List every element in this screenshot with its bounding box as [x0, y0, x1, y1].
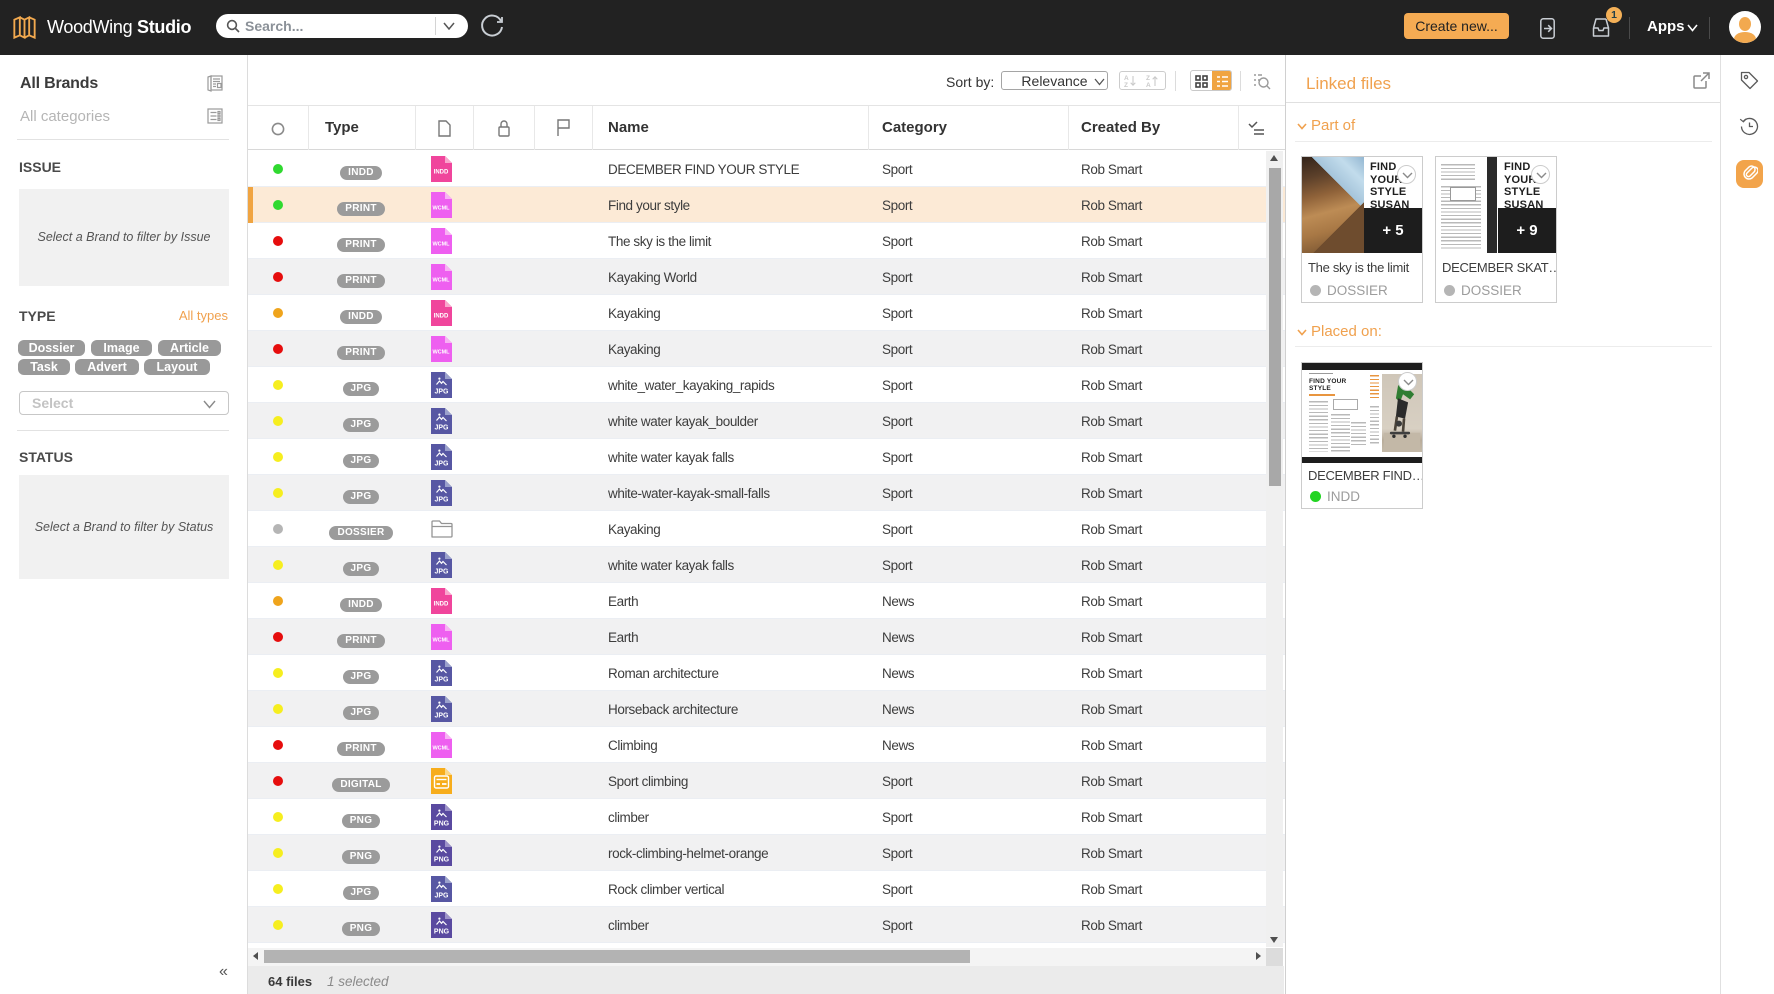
svg-text:JPG: JPG	[434, 461, 449, 468]
svg-text:INDD: INDD	[434, 170, 449, 176]
svg-text:WCML: WCML	[432, 206, 450, 212]
svg-text:WCML: WCML	[432, 242, 450, 248]
svg-text:WCML: WCML	[432, 746, 450, 752]
svg-text:INDD: INDD	[434, 602, 449, 608]
svg-text:JPG: JPG	[434, 893, 449, 900]
svg-text:WCML: WCML	[432, 278, 450, 284]
svg-text:PNG: PNG	[434, 857, 450, 864]
svg-text:A: A	[1124, 75, 1129, 82]
svg-text:JPG: JPG	[434, 425, 449, 432]
svg-text:PNG: PNG	[434, 821, 450, 828]
svg-text:A: A	[1146, 82, 1151, 88]
svg-text:JPG: JPG	[434, 497, 449, 504]
svg-text:WCML: WCML	[432, 350, 450, 356]
svg-text:JPG: JPG	[434, 389, 449, 396]
svg-text:Z: Z	[1124, 82, 1128, 88]
svg-text:PNG: PNG	[434, 929, 450, 936]
svg-text:JPG: JPG	[434, 569, 449, 576]
svg-text:JPG: JPG	[434, 713, 449, 720]
svg-text:WCML: WCML	[432, 638, 450, 644]
svg-text:INDD: INDD	[434, 314, 449, 320]
svg-text:JPG: JPG	[434, 677, 449, 684]
svg-text:Z: Z	[1146, 75, 1150, 82]
